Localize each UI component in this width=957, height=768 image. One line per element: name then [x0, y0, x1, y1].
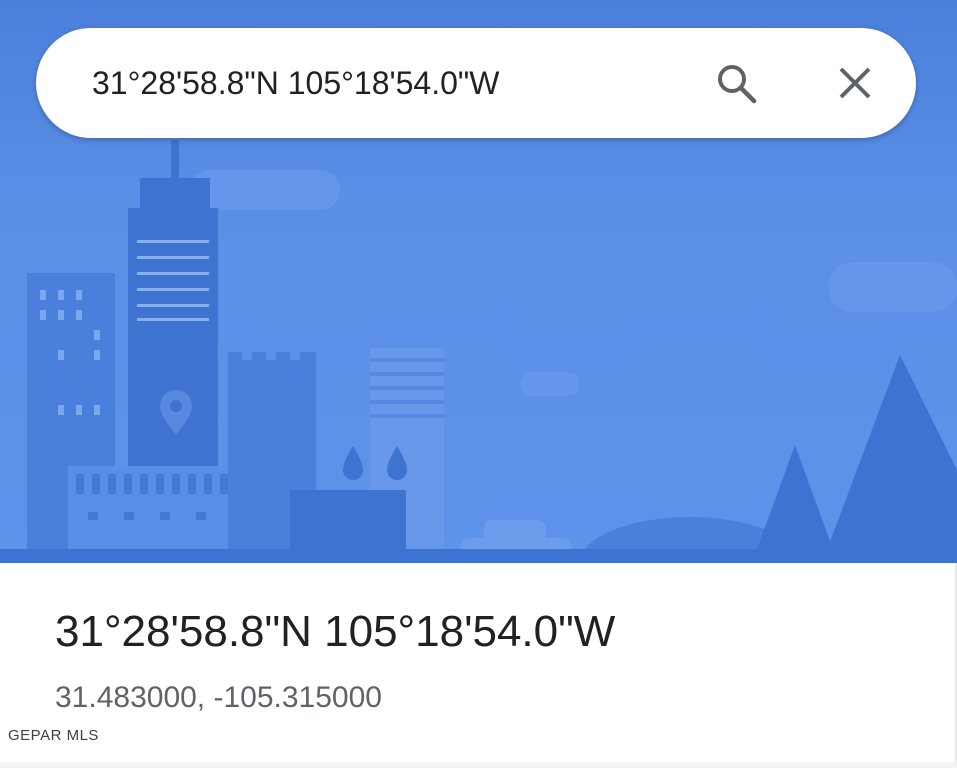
- place-info-panel: 31°28'58.8"N 105°18'54.0"W 31.483000, -1…: [0, 563, 957, 768]
- decimal-coordinates: 31.483000, -105.315000: [55, 681, 382, 714]
- search-button[interactable]: [712, 59, 760, 107]
- mls-watermark: GEPAR MLS: [8, 727, 99, 744]
- search-bar[interactable]: 31°28'58.8"N 105°18'54.0"W: [36, 28, 916, 138]
- close-icon[interactable]: [835, 63, 875, 103]
- place-title: 31°28'58.8"N 105°18'54.0"W: [55, 607, 616, 656]
- search-input[interactable]: 31°28'58.8"N 105°18'54.0"W: [92, 28, 499, 138]
- clear-search-button[interactable]: [831, 59, 879, 107]
- search-icon[interactable]: [713, 60, 759, 106]
- panel-bottom-edge: [0, 762, 957, 768]
